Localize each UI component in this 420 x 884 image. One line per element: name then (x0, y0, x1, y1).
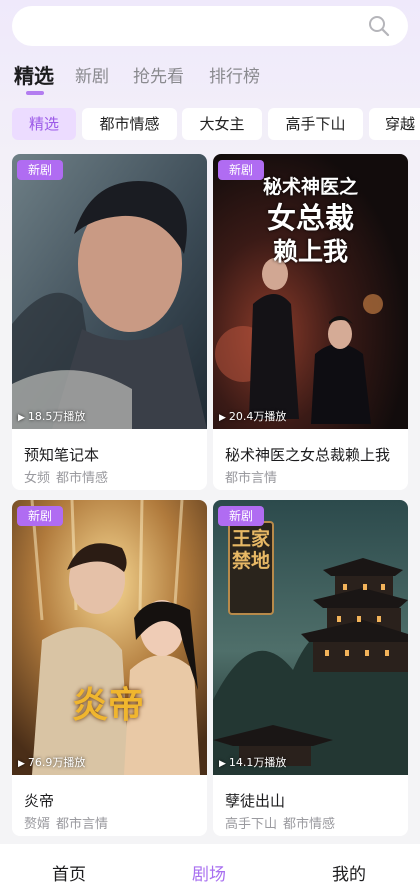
bottom-nav: 首页 剧场 我的 (0, 844, 420, 884)
tab-ranking[interactable]: 排行榜 (209, 62, 260, 87)
drama-title[interactable]: 炎帝 (24, 790, 54, 811)
play-icon: ▶ (219, 413, 226, 423)
drama-card[interactable]: 新剧 秘术神医之 女总裁 赖上我 ▶ 20.4万播放 秘术神医之女总裁赖上我 都市… (213, 154, 408, 490)
drama-tag: 都市言情 (56, 817, 109, 832)
play-icon: ▶ (18, 413, 25, 423)
chip-urban-romance[interactable]: 都市情感 (82, 108, 177, 140)
new-badge: 新剧 (17, 160, 63, 180)
drama-title[interactable]: 预知笔记本 (24, 444, 99, 465)
nav-home[interactable]: 首页 (52, 860, 86, 884)
drama-tags: 高手下山 都市情感 (225, 813, 335, 832)
poster-image (12, 500, 207, 775)
poster-title-line: 赖上我 (272, 237, 348, 266)
drama-poster[interactable]: 新剧 炎帝 ▶ 76.9万播放 (12, 500, 207, 775)
drama-poster[interactable]: 新剧 王家禁地 ▶ 14.1万播放 (213, 500, 408, 775)
drama-card[interactable]: 新剧 炎帝 ▶ 76.9万播放 炎帝 赘婿 都市言情 (12, 500, 207, 836)
drama-tags: 女频 都市情感 (24, 467, 108, 486)
play-icon: ▶ (219, 759, 226, 769)
drama-title[interactable]: 秘术神医之女总裁赖上我 (225, 444, 390, 465)
new-badge: 新剧 (218, 506, 264, 526)
chip-strong-heroine[interactable]: 大女主 (182, 108, 262, 140)
drama-card[interactable]: 新剧 王家禁地 ▶ 14.1万播放 孽徒出山 高手下山 都市情感 (213, 500, 408, 836)
drama-tag: 赘婿 (24, 817, 51, 832)
nav-profile[interactable]: 我的 (332, 860, 366, 884)
play-count: ▶ 14.1万播放 (219, 754, 286, 770)
drama-title[interactable]: 孽徒出山 (225, 790, 285, 811)
tab-new-drama[interactable]: 新剧 (75, 62, 109, 87)
play-count-text: 20.4万播放 (228, 410, 287, 423)
search-bar[interactable] (12, 6, 408, 46)
play-count: ▶ 20.4万播放 (219, 408, 286, 424)
play-count: ▶ 18.5万播放 (18, 408, 85, 424)
poster-title: 王家禁地 (231, 528, 270, 572)
poster-title-line: 女总裁 (266, 201, 354, 235)
tab-early-access[interactable]: 抢先看 (133, 62, 184, 87)
play-count: ▶ 76.9万播放 (18, 754, 85, 770)
tab-featured[interactable]: 精选 (14, 60, 54, 89)
poster-title: 炎帝 (72, 685, 145, 726)
nav-theater[interactable]: 剧场 (192, 860, 226, 884)
drama-tag: 高手下山 (225, 817, 278, 832)
new-badge: 新剧 (17, 506, 63, 526)
play-count-text: 76.9万播放 (27, 756, 86, 769)
poster-image (12, 154, 207, 429)
drama-poster[interactable]: 新剧 ▶ 18.5万播放 (12, 154, 207, 429)
drama-tag: 女频 (24, 471, 51, 486)
poster-title-line: 秘术神医之 (262, 176, 358, 198)
poster-title: 秘术神医之 女总裁 赖上我 (213, 172, 408, 267)
chip-time-travel[interactable]: 穿越 (369, 108, 420, 140)
drama-tags: 都市言情 (225, 467, 277, 486)
drama-card[interactable]: 新剧 ▶ 18.5万播放 预知笔记本 女频 都市情感 (12, 154, 207, 490)
drama-tags: 赘婿 都市言情 (24, 813, 108, 832)
chip-featured[interactable]: 精选 (12, 108, 76, 140)
drama-tag: 都市言情 (225, 471, 278, 486)
chip-master-descends[interactable]: 高手下山 (268, 108, 363, 140)
search-icon[interactable] (368, 15, 390, 37)
category-chips: 精选 都市情感 大女主 高手下山 穿越 (0, 108, 420, 140)
play-count-text: 14.1万播放 (228, 756, 287, 769)
drama-tag: 都市情感 (56, 471, 109, 486)
top-tabs: 精选 新剧 抢先看 排行榜 (0, 58, 420, 98)
drama-tag: 都市情感 (283, 817, 336, 832)
play-icon: ▶ (18, 759, 25, 769)
tab-active-indicator (26, 91, 44, 95)
play-count-text: 18.5万播放 (27, 410, 86, 423)
drama-poster[interactable]: 新剧 秘术神医之 女总裁 赖上我 ▶ 20.4万播放 (213, 154, 408, 429)
